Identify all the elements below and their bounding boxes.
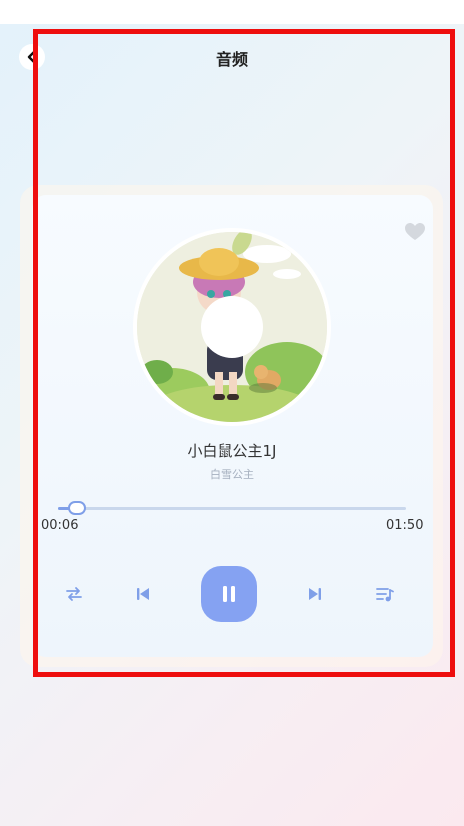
repeat-button[interactable] [62,582,86,606]
heart-icon [405,223,425,240]
skip-previous-icon [137,588,149,600]
song-title: 小白鼠公主1J [187,442,277,460]
progress-thumb[interactable] [68,501,86,515]
page-header: 音频 [0,24,464,86]
playlist-icon [376,588,394,602]
pause-icon [223,586,235,602]
page-title: 音频 [215,50,248,69]
like-button[interactable] [404,222,426,242]
previous-button[interactable] [131,582,155,606]
skip-next-icon [309,588,321,600]
current-time: 00:06 [41,518,79,533]
total-time: 01:50 [386,518,424,533]
repeat-icon [66,587,82,601]
progress-track[interactable] [58,507,406,510]
play-pause-button[interactable] [201,566,257,622]
song-artist: 白雪公主 [210,468,254,481]
status-bar [0,0,464,24]
next-button[interactable] [303,582,327,606]
disc-center-hole [201,296,263,358]
playlist-button[interactable] [373,582,397,606]
